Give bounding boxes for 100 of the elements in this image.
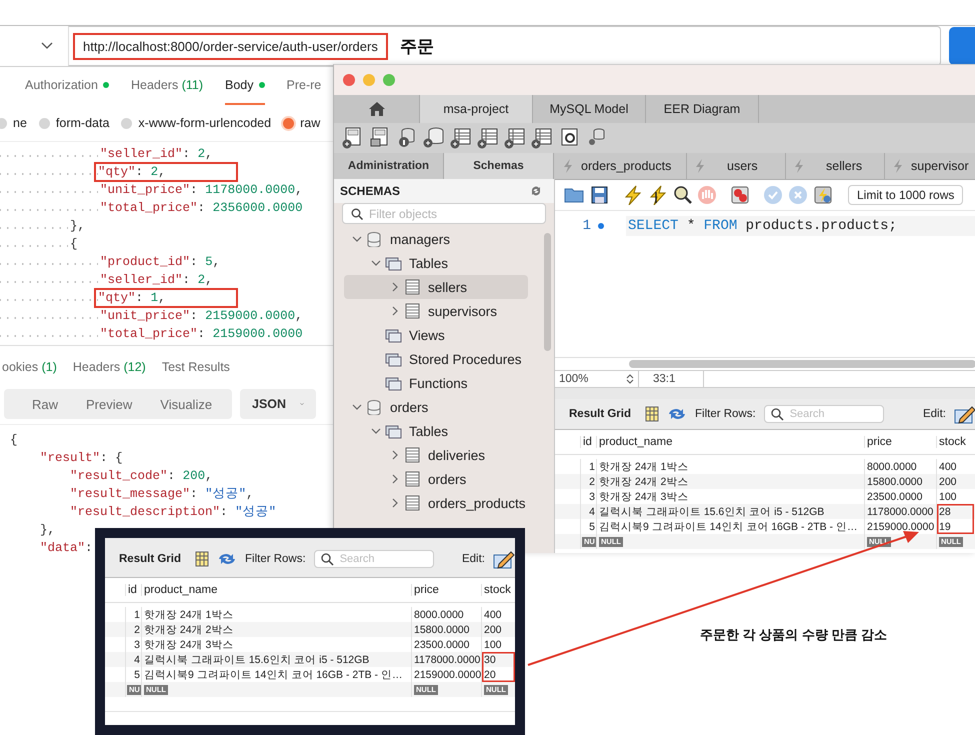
save-icon[interactable]	[589, 185, 609, 205]
database-plus-icon[interactable]	[423, 127, 445, 149]
column-header[interactable]: price	[864, 436, 936, 448]
error-toggle-icon[interactable]	[730, 185, 750, 205]
edit-icon[interactable]	[493, 549, 515, 569]
table-icon	[404, 447, 421, 463]
scrollbar[interactable]	[544, 233, 551, 351]
tree-item[interactable]: deliveries	[344, 443, 528, 467]
query-tab[interactable]: supervisor	[885, 153, 975, 179]
chevron-icon	[390, 306, 400, 316]
table-cell: 15800.0000	[864, 474, 936, 489]
table-cell: 4	[580, 504, 596, 519]
tree-item[interactable]: Tables	[344, 251, 528, 275]
code-line: "unit_price": 1178000.0000,	[99, 182, 304, 198]
column-header[interactable]: product_name	[596, 436, 864, 448]
folder-icon	[385, 351, 402, 367]
format-dropdown[interactable]: JSON	[240, 389, 316, 419]
tab[interactable]: msa-project	[420, 95, 533, 123]
chevron-icon	[371, 426, 381, 436]
column-header[interactable]: product_name	[141, 584, 411, 596]
tree-item[interactable]: sellers	[344, 275, 528, 299]
query-tab[interactable]: users	[687, 153, 786, 179]
table-cell: 핫개장 24개 2박스	[141, 622, 411, 637]
edit-label: Edit:	[922, 408, 946, 420]
code-line: "result_message": "성공",	[69, 486, 255, 502]
table-cell: 200	[481, 622, 515, 637]
view-mode-button[interactable]: Visualize	[146, 396, 226, 412]
limit-dropdown[interactable]: Limit to 1000 rows	[848, 185, 964, 205]
columns-icon[interactable]	[644, 406, 659, 422]
tree-item[interactable]: orders	[344, 395, 528, 419]
lightning-icon[interactable]	[622, 185, 642, 205]
radio-option[interactable]: x-www-form-urlencoded	[121, 116, 272, 130]
folder-icon	[385, 423, 402, 439]
filter-label: Filter Rows:	[244, 553, 306, 565]
autocommit-icon[interactable]	[813, 185, 833, 205]
tree-item[interactable]: Functions	[344, 371, 528, 395]
column-header[interactable]: price	[411, 584, 481, 596]
annotation-text: 주문한 각 상품의 수량 만큼 감소	[700, 627, 888, 642]
code-line: "product_id": 5,	[99, 254, 222, 270]
chevron-icon	[371, 258, 381, 268]
table-cell: 2	[580, 474, 596, 489]
lightning-icon	[695, 159, 705, 173]
tree-item[interactable]: Stored Procedures	[344, 347, 528, 371]
lightning-icon	[893, 159, 903, 173]
tab[interactable]: Schemas	[444, 153, 554, 179]
tree-item[interactable]: Tables	[344, 419, 528, 443]
chevron-icon[interactable]	[41, 42, 53, 50]
zoom-stepper[interactable]: 100%	[555, 371, 639, 387]
procedure-plus-icon[interactable]	[504, 127, 526, 149]
radio-option[interactable]: form-data	[38, 116, 110, 130]
tree-item[interactable]: managers	[344, 227, 528, 251]
code-line: "result_code": 200,	[69, 468, 214, 484]
scrollbar[interactable]	[629, 360, 975, 368]
view-plus-icon[interactable]	[477, 127, 499, 149]
tab[interactable]: Headers (11)	[130, 67, 203, 105]
query-tab[interactable]: orders_products	[555, 153, 687, 179]
panel-title: Result Grid	[119, 553, 181, 565]
table-cell: 28	[936, 504, 974, 519]
table-plus-icon[interactable]	[450, 127, 472, 149]
column-header[interactable]: id	[580, 436, 596, 448]
tree-item[interactable]: Views	[344, 323, 528, 347]
table-cell: 30	[481, 652, 515, 667]
tab[interactable]: Body	[225, 67, 264, 105]
refresh-icon[interactable]	[666, 406, 687, 422]
table-icon	[404, 279, 421, 295]
tab[interactable]: Headers (12)	[72, 360, 146, 376]
panel-title: Result Grid	[569, 408, 631, 420]
tab[interactable]: ookies (1)	[2, 360, 57, 376]
code-line: "result_description": "성공"	[69, 504, 278, 520]
function-plus-icon[interactable]	[531, 127, 553, 149]
edit-icon[interactable]	[954, 404, 975, 424]
refresh-icon[interactable]	[216, 551, 237, 567]
column-header[interactable]: id	[125, 584, 141, 596]
query-tab[interactable]: sellers	[786, 153, 885, 179]
tab[interactable]: Pre-re	[286, 67, 322, 105]
view-mode-button[interactable]: Preview	[72, 396, 146, 412]
view-mode-button[interactable]: Raw	[18, 396, 72, 412]
columns-icon[interactable]	[194, 551, 209, 567]
lightning-icon	[794, 159, 804, 173]
lightning-cursor-icon[interactable]	[647, 185, 667, 205]
tree-item[interactable]: supervisors	[344, 299, 528, 323]
column-header[interactable]: stock	[936, 436, 974, 448]
folder-icon	[385, 255, 402, 271]
line-number: 1	[582, 218, 591, 234]
code-line: "seller_id": 2,	[99, 146, 214, 162]
tree-item[interactable]: orders_products	[344, 491, 528, 515]
column-header[interactable]: stock	[481, 584, 515, 596]
tab[interactable]: Test Results	[162, 360, 230, 376]
stepper-icon[interactable]	[626, 373, 634, 385]
table-cell: 2	[125, 622, 141, 637]
action-button[interactable]	[949, 27, 975, 65]
radio-option[interactable]: ne	[0, 116, 27, 130]
refresh-icon[interactable]	[530, 186, 542, 196]
tab[interactable]: Authorization	[25, 67, 109, 105]
close-button[interactable]	[343, 74, 355, 86]
radio-option[interactable]: raw	[283, 116, 320, 130]
table-cell: 1178000.0000	[864, 504, 936, 519]
tree-item[interactable]: orders	[344, 467, 528, 491]
magnifier-icon[interactable]	[672, 185, 692, 205]
check-icon[interactable]	[763, 185, 783, 205]
